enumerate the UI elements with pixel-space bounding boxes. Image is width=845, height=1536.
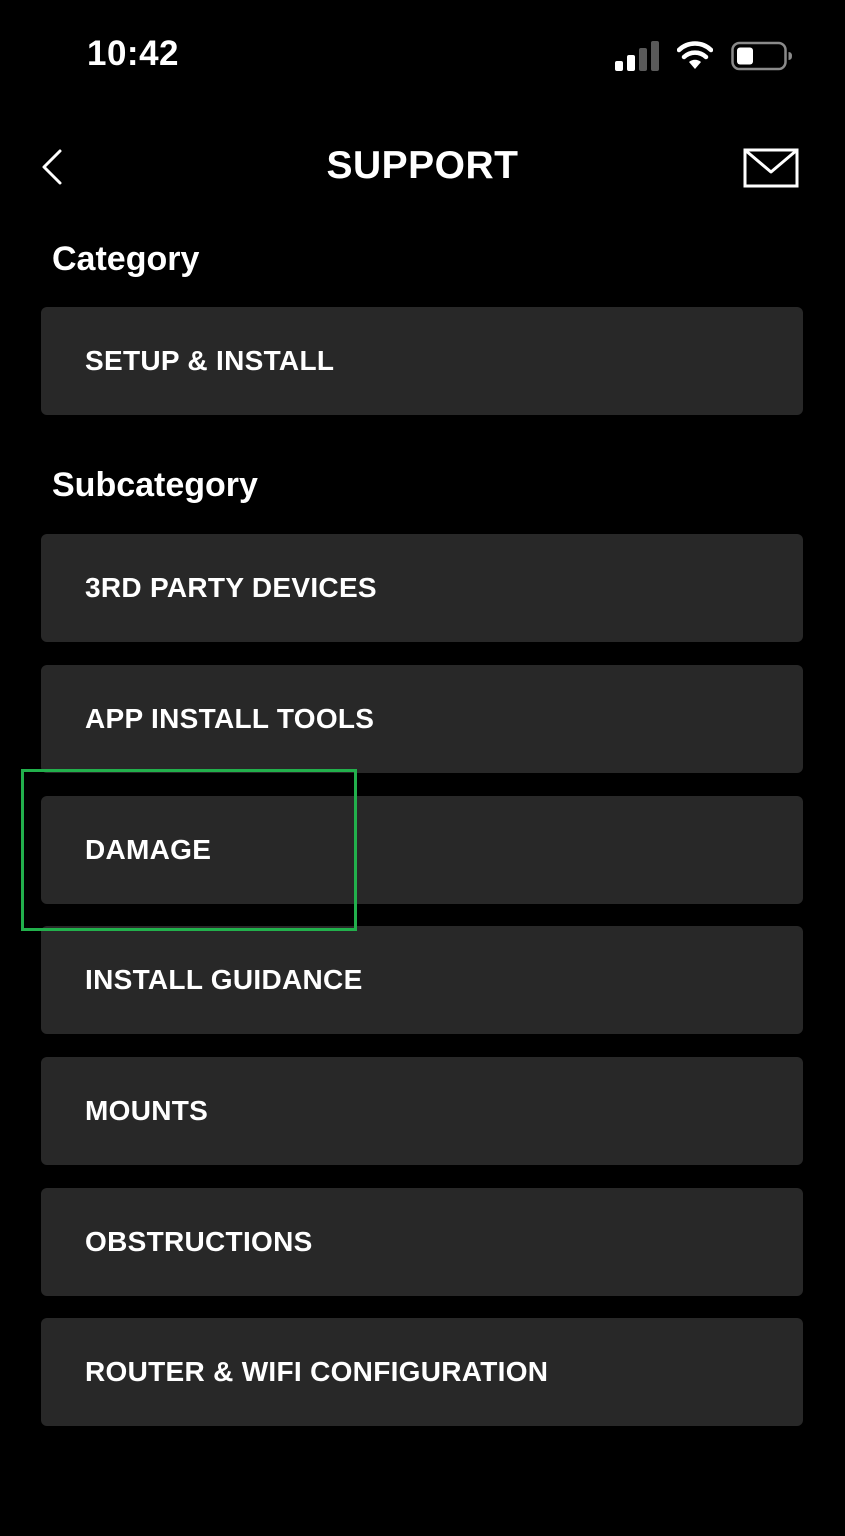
page-title: SUPPORT	[326, 144, 519, 187]
category-select[interactable]: SETUP & INSTALL	[41, 307, 803, 415]
mail-icon[interactable]	[743, 148, 799, 188]
status-icons	[615, 38, 793, 74]
subcategory-item-install-guidance[interactable]: INSTALL GUIDANCE	[41, 926, 803, 1034]
subcategory-item-obstructions[interactable]: OBSTRUCTIONS	[41, 1188, 803, 1296]
subcategory-label: Subcategory	[52, 466, 258, 504]
subcategory-item-3rd-party-devices[interactable]: 3RD PARTY DEVICES	[41, 534, 803, 642]
wifi-icon	[677, 41, 713, 69]
subcategory-item-damage[interactable]: DAMAGE	[41, 796, 803, 904]
battery-icon	[731, 41, 792, 71]
support-screen: 10:42 SUPPORT Category SETUP & INSTALL S…	[0, 0, 845, 1536]
subcategory-item-mounts[interactable]: MOUNTS	[41, 1057, 803, 1165]
status-time: 10:42	[87, 34, 180, 73]
cellular-signal-icon	[615, 41, 659, 71]
subcategory-item-router-wifi-configuration[interactable]: ROUTER & WIFI CONFIGURATION	[41, 1318, 803, 1426]
category-label: Category	[52, 240, 200, 278]
subcategory-item-app-install-tools[interactable]: APP INSTALL TOOLS	[41, 665, 803, 773]
